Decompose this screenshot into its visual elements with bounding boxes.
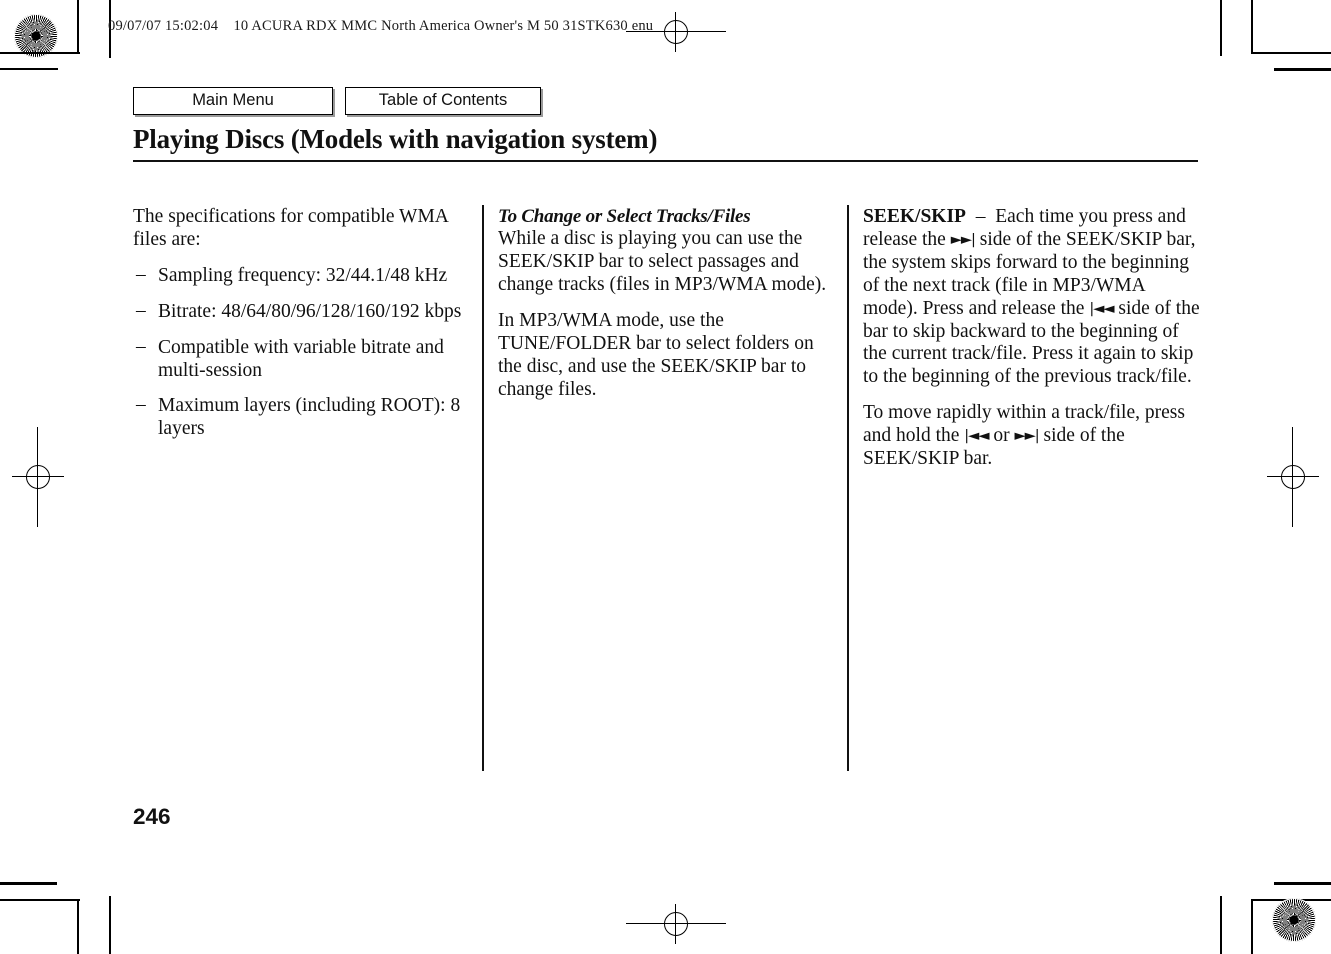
crop-mark-bottom-left-inner-vertical xyxy=(109,896,111,954)
list-item-label: Maximum layers (including ROOT): 8 layer… xyxy=(158,395,461,440)
wma-spec-intro: The specifications for compatible WMA fi… xyxy=(133,206,448,250)
crop-mark-top-right-vertical xyxy=(1251,0,1254,54)
list-item: – Maximum layers (including ROOT): 8 lay… xyxy=(133,394,463,441)
registration-crosshair-left-center xyxy=(8,427,68,527)
list-item: – Compatible with variable bitrate and m… xyxy=(133,335,463,383)
crop-mark-top-left-vertical xyxy=(77,0,80,54)
crop-mark-bottom-right-inner-vertical xyxy=(1220,896,1222,954)
dash-bullet-icon: – xyxy=(136,394,146,416)
list-item-label: Sampling frequency: 32/44.1/48 kHz xyxy=(158,264,448,286)
crop-mark-bottom-left-outer-horizontal xyxy=(0,882,57,885)
crop-mark-bottom-right-vertical xyxy=(1251,899,1254,954)
crop-mark-bottom-left-horizontal xyxy=(0,899,80,902)
rewind-previous-track-icon: |◄◄ xyxy=(1089,300,1114,317)
list-item: – Sampling frequency: 32/44.1/48 kHz xyxy=(133,263,463,288)
list-item-label: Bitrate: 48/64/80/96/128/160/192 kbps xyxy=(158,300,462,322)
registration-crosshair-bottom-center xyxy=(626,898,726,950)
column-divider-2 xyxy=(847,205,849,771)
title-underline-rule xyxy=(133,160,1198,163)
crop-mark-bottom-left-vertical xyxy=(77,899,80,954)
crop-mark-top-right-outer-horizontal xyxy=(1274,68,1331,71)
main-menu-button[interactable]: Main Menu xyxy=(133,87,333,115)
crop-mark-top-left-horizontal xyxy=(0,52,80,55)
registration-rosette-bottom-right xyxy=(1272,898,1316,942)
content-column-1: The specifications for compatible WMA fi… xyxy=(133,206,463,441)
section-body-text: While a disc is playing you can use the … xyxy=(498,228,827,296)
crop-mark-top-left-inner-horizontal xyxy=(0,68,58,71)
dash-bullet-icon: – xyxy=(136,299,146,321)
em-dash: – xyxy=(975,206,986,227)
navigation-button-bar: Main Menu Table of Contents xyxy=(133,87,541,115)
seek-skip-term: SEEK/SKIP xyxy=(863,206,966,227)
list-item: – Bitrate: 48/64/80/96/128/160/192 kbps xyxy=(133,299,463,324)
change-select-tracks-block: To Change or Select Tracks/Files While a… xyxy=(498,206,836,297)
fast-forward-next-track-icon: ►►| xyxy=(1014,428,1039,445)
fast-forward-next-track-icon: ►►| xyxy=(950,231,976,248)
dash-bullet-icon: – xyxy=(136,335,146,357)
move-rapidly-or: or xyxy=(993,425,1010,447)
page-number: 246 xyxy=(133,804,171,829)
crop-mark-top-right-inner-vertical xyxy=(1220,0,1222,56)
rewind-previous-track-icon: |◄◄ xyxy=(964,428,989,445)
section-subheading: To Change or Select Tracks/Files xyxy=(498,206,751,227)
move-rapidly-paragraph: To move rapidly within a track/file, pre… xyxy=(863,402,1201,471)
content-column-2: To Change or Select Tracks/Files While a… xyxy=(498,206,836,415)
crop-mark-bottom-right-outer-horizontal xyxy=(1274,882,1331,885)
table-of-contents-button[interactable]: Table of Contents xyxy=(345,87,541,115)
content-column-3: SEEK/SKIP – Each time you press and rele… xyxy=(863,206,1201,484)
seek-skip-paragraph: SEEK/SKIP – Each time you press and rele… xyxy=(863,206,1201,389)
crop-mark-top-right-horizontal xyxy=(1251,52,1331,55)
dash-bullet-icon: – xyxy=(136,263,146,285)
list-item-label: Compatible with variable bitrate and mul… xyxy=(158,336,444,381)
print-header-meta: 09/07/07 15:02:04 10 ACURA RDX MMC North… xyxy=(108,18,654,34)
wma-spec-list: – Sampling frequency: 32/44.1/48 kHz – B… xyxy=(133,263,463,441)
registration-crosshair-right-center xyxy=(1263,427,1323,527)
column-divider-1 xyxy=(482,205,484,771)
page-title: Playing Discs (Models with navigation sy… xyxy=(133,124,658,154)
mp3-wma-mode-paragraph: In MP3/WMA mode, use the TUNE/FOLDER bar… xyxy=(498,310,814,400)
